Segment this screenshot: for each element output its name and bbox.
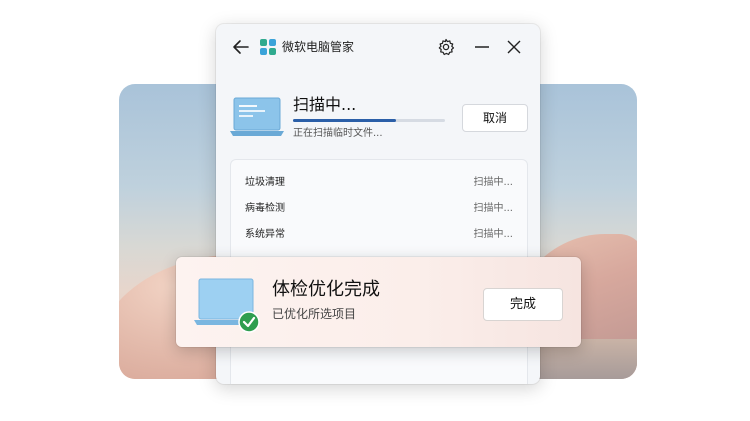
scan-item-status: 扫描中... xyxy=(473,203,513,214)
gear-icon[interactable] xyxy=(436,37,456,57)
completion-subtitle: 已优化所选项目 xyxy=(272,307,357,321)
scan-item-label: 病毒检测 xyxy=(245,203,285,214)
close-icon[interactable] xyxy=(504,37,524,57)
scan-item-status: 扫描中... xyxy=(473,229,513,240)
laptop-icon xyxy=(230,96,284,138)
scan-status-subtitle: 正在扫描临时文件... xyxy=(293,128,383,139)
list-item: 垃圾清理 扫描中... xyxy=(245,173,513,193)
scan-item-label: 系统异常 xyxy=(245,229,285,240)
app-title: 微软电脑管家 xyxy=(282,40,355,54)
completion-title: 体检优化完成 xyxy=(272,279,380,300)
minimize-icon[interactable] xyxy=(472,37,492,57)
back-arrow-icon[interactable] xyxy=(230,36,252,58)
list-item: 系统异常 扫描中... xyxy=(245,225,513,245)
completion-notification: 体检优化完成 已优化所选项目 完成 xyxy=(176,257,581,347)
list-item: 病毒检测 扫描中... xyxy=(245,199,513,219)
scan-status-title: 扫描中... xyxy=(293,95,357,114)
cancel-button[interactable]: 取消 xyxy=(462,104,528,132)
title-bar: 微软电脑管家 xyxy=(216,24,540,70)
laptop-check-icon xyxy=(194,277,260,333)
scan-item-status: 扫描中... xyxy=(473,177,513,188)
scan-progress-bar xyxy=(293,119,445,122)
scan-item-label: 垃圾清理 xyxy=(245,177,285,188)
pc-manager-logo xyxy=(260,39,276,55)
done-button[interactable]: 完成 xyxy=(483,288,563,321)
scan-progress-fill xyxy=(293,119,397,122)
